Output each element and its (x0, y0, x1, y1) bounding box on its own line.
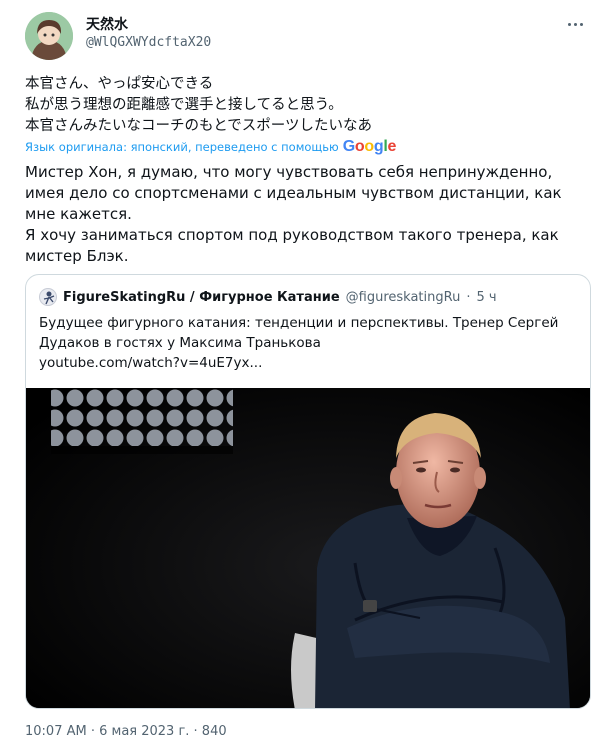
quoted-time[interactable]: 5 ч (476, 290, 496, 305)
figure-skater-icon[interactable] (39, 288, 57, 306)
quoted-author-handle[interactable]: @figureskatingRu (346, 290, 461, 305)
tweet-timestamp[interactable]: 10:07 AM · 6 мая 2023 г. · 840 (25, 724, 227, 739)
dot-separator: · (466, 289, 471, 305)
google-logo: Google (342, 138, 397, 155)
tweet-translated-text: Мистер Хон, я думаю, что могу чувствоват… (25, 163, 562, 265)
tweet-original-text: 本官さん、やっぱ安心できる 私が思う理想の距離感で選手と接してると思う。 本官さ… (25, 76, 372, 134)
quoted-tweet[interactable]: FigureSkatingRu / Фигурное Катание @figu… (25, 274, 591, 709)
author-name[interactable]: 天然水 (86, 14, 128, 34)
author-handle[interactable]: @WlQGXWYdcftaX20 (86, 35, 211, 50)
translation-notice[interactable]: Язык оригинала: японский, переведено с п… (25, 138, 396, 156)
quoted-author-name[interactable]: FigureSkatingRu / Фигурное Катание (63, 290, 340, 305)
video-thumbnail[interactable] (26, 388, 590, 708)
author-avatar[interactable] (25, 12, 73, 60)
translation-notice-text: Язык оригинала: японский, переведено с п… (25, 140, 339, 154)
quoted-tweet-text: Будущее фигурного катания: тенденции и п… (39, 315, 559, 371)
more-icon[interactable] (563, 14, 587, 34)
quoted-tweet-header: FigureSkatingRu / Фигурное Катание @figu… (39, 288, 497, 306)
